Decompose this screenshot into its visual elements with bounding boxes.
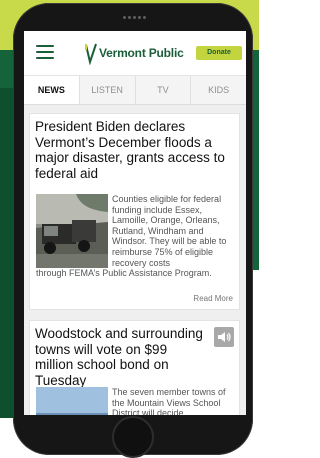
story-summary: The seven member towns of the Mountain V… [112,387,226,415]
flood-truck-image [36,194,108,268]
story-headline[interactable]: President Biden declares Vermont’s Decem… [35,119,235,181]
story-thumbnail[interactable] [36,387,108,415]
speaker-icon [218,332,231,342]
tab-kids[interactable]: KIDS [191,76,246,104]
phone-frame: Vermont Public Donate NEWS LISTEN TV KID… [13,3,253,458]
school-image [36,387,108,415]
logo-text: Vermont Public [99,46,184,60]
speaker-grille [123,16,146,19]
read-more-link[interactable]: Read More [193,294,233,303]
app-header: Vermont Public Donate [24,31,246,76]
section-tabs: NEWS LISTEN TV KIDS [24,76,246,105]
donate-button[interactable]: Donate [196,46,242,60]
app-screen: Vermont Public Donate NEWS LISTEN TV KID… [24,31,246,415]
tab-tv[interactable]: TV [136,76,192,104]
menu-icon[interactable] [36,45,54,59]
story-headline[interactable]: Woodstock and surrounding towns will vot… [35,326,203,388]
story-summary-continued: through FEMA’s Public Assistance Program… [36,268,212,278]
story-thumbnail[interactable] [36,194,108,268]
story-summary: Counties eligible for federal funding in… [112,194,227,268]
story-card[interactable]: President Biden declares Vermont’s Decem… [29,113,240,310]
tab-news[interactable]: NEWS [24,76,80,104]
audio-speaker-icon[interactable] [214,327,234,347]
tab-listen[interactable]: LISTEN [80,76,136,104]
story-card[interactable]: Woodstock and surrounding towns will vot… [29,320,240,415]
logo-mark-icon [85,43,97,65]
home-button[interactable] [112,416,154,458]
vermont-public-logo[interactable]: Vermont Public [84,40,184,66]
